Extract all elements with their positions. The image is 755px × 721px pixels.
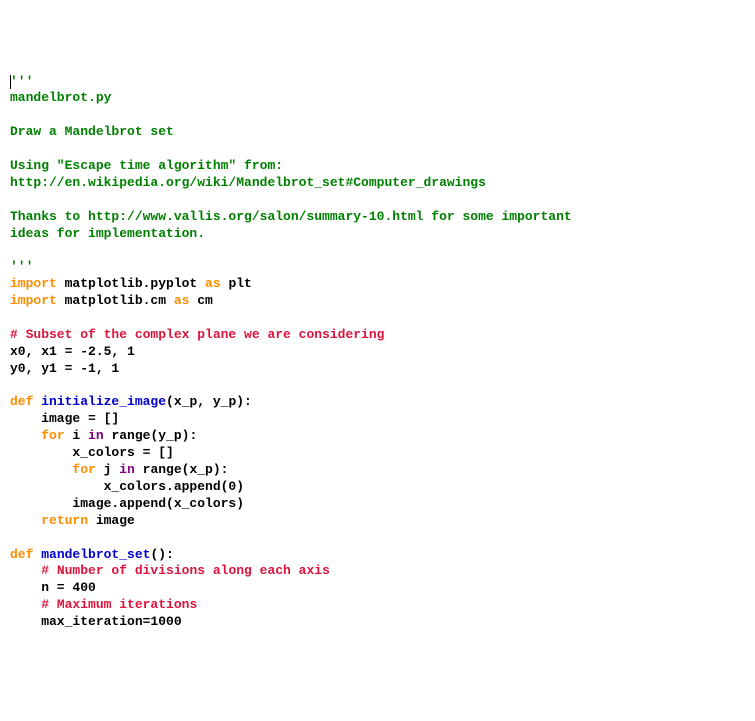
- code-token: for: [72, 462, 95, 477]
- code-line: Using "Escape time algorithm" from:: [10, 158, 745, 175]
- code-token: ''': [10, 259, 33, 274]
- code-token: mandelbrot_set: [41, 547, 150, 562]
- code-token: [10, 428, 41, 443]
- code-line: import matplotlib.pyplot as plt: [10, 276, 745, 293]
- code-line: for i in range(y_p):: [10, 428, 745, 445]
- code-token: plt: [221, 276, 252, 291]
- code-token: return: [41, 513, 88, 528]
- code-token: [10, 597, 41, 612]
- code-token: def: [10, 547, 33, 562]
- code-token: ideas for implementation.: [10, 226, 205, 241]
- code-token: range(y_p):: [104, 428, 198, 443]
- code-line: [10, 141, 745, 158]
- code-line: [10, 242, 745, 259]
- code-line: Thanks to http://www.vallis.org/salon/su…: [10, 209, 745, 226]
- code-token: range(x_p):: [135, 462, 229, 477]
- code-token: Using "Escape time algorithm" from:: [10, 158, 283, 173]
- code-line: image = []: [10, 411, 745, 428]
- code-token: matplotlib.pyplot: [57, 276, 205, 291]
- code-token: # Maximum iterations: [41, 597, 197, 612]
- code-token: [10, 462, 72, 477]
- code-line: ''': [10, 259, 745, 276]
- code-line: x0, x1 = -2.5, 1: [10, 344, 745, 361]
- code-line: n = 400: [10, 580, 745, 597]
- code-line: for j in range(x_p):: [10, 462, 745, 479]
- code-token: initialize_image: [41, 394, 166, 409]
- code-line: [10, 192, 745, 209]
- code-line: def initialize_image(x_p, y_p):: [10, 394, 745, 411]
- code-token: http://en.wikipedia.org/wiki/Mandelbrot_…: [10, 175, 486, 190]
- code-token: i: [65, 428, 88, 443]
- code-token: n = 400: [10, 580, 96, 595]
- code-token: # Number of divisions along each axis: [41, 563, 330, 578]
- code-line: mandelbrot.py: [10, 90, 745, 107]
- code-token: j: [96, 462, 119, 477]
- code-token: x_colors.append(0): [10, 479, 244, 494]
- code-line: x_colors = []: [10, 445, 745, 462]
- code-line: # Number of divisions along each axis: [10, 563, 745, 580]
- code-token: x0, x1 = -2.5, 1: [10, 344, 135, 359]
- code-token: for: [41, 428, 64, 443]
- code-token: image.append(x_colors): [10, 496, 244, 511]
- code-token: max_iteration=1000: [10, 614, 182, 629]
- code-line: ''': [10, 74, 745, 91]
- code-line: # Maximum iterations: [10, 597, 745, 614]
- code-line: Draw a Mandelbrot set: [10, 124, 745, 141]
- code-line: import matplotlib.cm as cm: [10, 293, 745, 310]
- code-token: import: [10, 276, 57, 291]
- code-line: y0, y1 = -1, 1: [10, 361, 745, 378]
- code-line: [10, 310, 745, 327]
- code-token: y0, y1 = -1, 1: [10, 361, 119, 376]
- code-line: ideas for implementation.: [10, 226, 745, 243]
- code-line: x_colors.append(0): [10, 479, 745, 496]
- code-line: [10, 530, 745, 547]
- code-token: # Subset of the complex plane we are con…: [10, 327, 384, 342]
- code-token: cm: [189, 293, 212, 308]
- code-line: def mandelbrot_set():: [10, 547, 745, 564]
- code-token: as: [174, 293, 190, 308]
- code-token: image: [88, 513, 135, 528]
- code-editor[interactable]: '''mandelbrot.py Draw a Mandelbrot set U…: [10, 74, 745, 631]
- code-token: image = []: [10, 411, 119, 426]
- code-line: # Subset of the complex plane we are con…: [10, 327, 745, 344]
- code-line: return image: [10, 513, 745, 530]
- code-token: ():: [150, 547, 173, 562]
- code-token: mandelbrot.py: [10, 90, 111, 105]
- code-token: as: [205, 276, 221, 291]
- code-token: def: [10, 394, 33, 409]
- code-token: matplotlib.cm: [57, 293, 174, 308]
- code-line: http://en.wikipedia.org/wiki/Mandelbrot_…: [10, 175, 745, 192]
- code-token: [10, 563, 41, 578]
- code-token: import: [10, 293, 57, 308]
- code-token: ''': [10, 74, 33, 89]
- code-token: Thanks to http://www.vallis.org/salon/su…: [10, 209, 572, 224]
- code-line: max_iteration=1000: [10, 614, 745, 631]
- code-token: Draw a Mandelbrot set: [10, 124, 174, 139]
- code-line: [10, 378, 745, 395]
- code-token: in: [119, 462, 135, 477]
- code-token: (x_p, y_p):: [166, 394, 252, 409]
- code-line: image.append(x_colors): [10, 496, 745, 513]
- code-line: [10, 107, 745, 124]
- code-token: [10, 513, 41, 528]
- code-token: in: [88, 428, 104, 443]
- code-token: x_colors = []: [10, 445, 174, 460]
